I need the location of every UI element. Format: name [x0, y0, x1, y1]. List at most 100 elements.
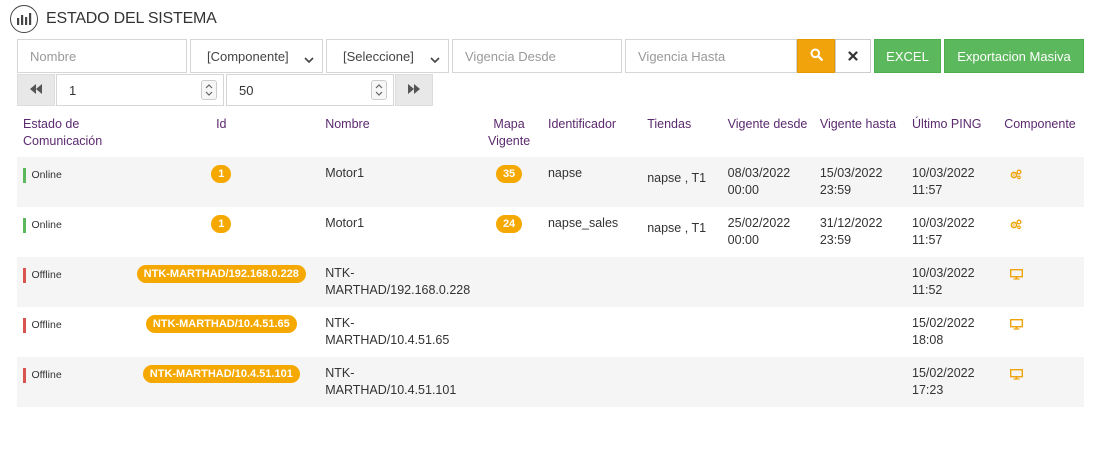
vigente-desde-cell: [721, 257, 814, 307]
column-header-id[interactable]: Id: [123, 111, 319, 157]
vigente-desde-cell: 25/02/2022 00:00: [721, 207, 814, 257]
chevron-down-icon: [304, 52, 314, 67]
status-text: Offline: [31, 369, 62, 381]
first-page-button[interactable]: [17, 74, 55, 106]
page-header: ESTADO DEL SISTEMA: [10, 5, 217, 33]
search-icon: [810, 48, 823, 64]
identificador-cell: napse_sales: [541, 207, 642, 257]
id-badge: NTK-MARTHAD/10.4.51.101: [142, 365, 300, 383]
page-size-spinner[interactable]: [371, 80, 387, 100]
column-header-mapa[interactable]: Mapa Vigente: [476, 111, 542, 157]
vigente-desde-cell: 08/03/2022 00:00: [721, 157, 814, 207]
monitor-icon[interactable]: [1010, 318, 1024, 335]
mapa-cell: [476, 257, 542, 307]
identificador-cell: [541, 257, 642, 307]
id-badge: NTK-MARTHAD/192.168.0.228: [136, 265, 306, 283]
page-size-input[interactable]: 50: [226, 74, 394, 106]
mapa-badge[interactable]: 35: [495, 165, 523, 183]
status-bar: [23, 218, 26, 233]
status-indicator: Online: [23, 167, 117, 184]
componente-cell: [998, 157, 1084, 207]
mapa-cell: [476, 357, 542, 407]
column-header-ultimo-ping[interactable]: Último PING: [906, 111, 998, 157]
vigencia-desde-input[interactable]: [453, 40, 621, 72]
chevron-down-icon: [430, 52, 440, 67]
seleccione-select-value: [Seleccione]: [343, 48, 414, 64]
status-indicator: Online: [23, 217, 117, 234]
column-header-tiendas[interactable]: Tiendas: [641, 111, 721, 157]
identificador-cell: napse: [541, 157, 642, 207]
page-title: ESTADO DEL SISTEMA: [46, 10, 217, 27]
vigencia-desde-field[interactable]: [452, 39, 622, 73]
nombre-cell: Motor1: [319, 157, 477, 207]
table-header-row: Estado de Comunicación Id Nombre Mapa Vi…: [17, 111, 1084, 157]
column-header-componente[interactable]: Componente: [998, 111, 1084, 157]
id-badge: 1: [211, 215, 232, 233]
nombre-field[interactable]: [17, 39, 187, 73]
column-header-estado[interactable]: Estado de Comunicación: [17, 111, 123, 157]
column-header-vigente-hasta[interactable]: Vigente hasta: [814, 111, 906, 157]
table-row[interactable]: Online 1 Motor1 35 napse napse , T1 08/03/2022…: [17, 157, 1084, 207]
clear-button[interactable]: [835, 39, 871, 73]
vigencia-hasta-field[interactable]: [625, 39, 797, 73]
componente-cell: [998, 357, 1084, 407]
tiendas-cell: [641, 357, 722, 407]
vigente-hasta-cell: [813, 307, 907, 357]
status-cell: Online: [17, 157, 124, 207]
status-cell: Offline: [17, 307, 124, 357]
status-indicator: Offline: [23, 367, 117, 384]
gears-icon[interactable]: [1010, 168, 1022, 185]
nombre-input[interactable]: [18, 40, 186, 72]
tiendas-cell: napse , T1: [641, 207, 722, 257]
id-badge: 1: [211, 165, 232, 183]
column-header-identificador[interactable]: Identificador: [542, 111, 641, 157]
ultimo-ping-cell: 15/02/2022 17:23: [906, 357, 999, 407]
ultimo-ping-cell: 10/03/2022 11:57: [906, 157, 999, 207]
page-number-input[interactable]: 1: [56, 74, 224, 106]
status-text: Offline: [31, 319, 62, 331]
table-row[interactable]: Offline NTK-MARTHAD/192.168.0.228 NTK-MART…: [17, 257, 1084, 307]
column-header-nombre[interactable]: Nombre: [319, 111, 476, 157]
status-cell: Online: [17, 207, 124, 257]
gears-icon[interactable]: [1010, 218, 1022, 235]
seleccione-select[interactable]: [Seleccione]: [326, 39, 449, 73]
tiendas-cell: napse , T1: [641, 157, 722, 207]
vigente-hasta-cell: 31/12/2022 23:59: [813, 207, 907, 257]
id-cell: 1: [123, 207, 320, 257]
mapa-badge[interactable]: 24: [495, 215, 523, 233]
nombre-cell: NTK-MARTHAD/192.168.0.228: [319, 257, 477, 307]
search-button[interactable]: [797, 39, 835, 73]
status-bar: [23, 268, 26, 283]
monitor-icon[interactable]: [1010, 368, 1024, 385]
componente-cell: [998, 257, 1084, 307]
bar-chart-icon: [10, 5, 38, 33]
status-cell: Offline: [17, 257, 124, 307]
identificador-cell: [541, 357, 642, 407]
last-page-button[interactable]: [395, 74, 433, 106]
close-icon: [848, 49, 858, 64]
componente-cell: [998, 207, 1084, 257]
page-number-spinner[interactable]: [201, 80, 217, 100]
monitor-icon[interactable]: [1010, 268, 1024, 285]
vigente-desde-cell: [721, 307, 814, 357]
tiendas-cell: [641, 257, 722, 307]
ultimo-ping-cell: 15/02/2022 18:08: [906, 307, 999, 357]
table-row[interactable]: Offline NTK-MARTHAD/10.4.51.65 NTK-MARTHAD…: [17, 307, 1084, 357]
status-text: Online: [31, 219, 62, 231]
id-badge: NTK-MARTHAD/10.4.51.65: [145, 315, 297, 333]
column-header-vigente-desde[interactable]: Vigente desde: [722, 111, 814, 157]
exportacion-masiva-button[interactable]: Exportacion Masiva: [944, 39, 1084, 73]
componente-select[interactable]: [Componente]: [190, 39, 323, 73]
status-text: Offline: [31, 269, 62, 281]
componente-cell: [998, 307, 1084, 357]
table-row[interactable]: Online 1 Motor1 24 napse_sales napse , T1 25/0…: [17, 207, 1084, 257]
identificador-cell: [541, 307, 642, 357]
vigente-hasta-cell: [813, 257, 907, 307]
double-chevron-left-icon: [30, 81, 42, 99]
vigencia-hasta-input[interactable]: [626, 40, 796, 72]
table-row[interactable]: Offline NTK-MARTHAD/10.4.51.101 NTK-MARTHA…: [17, 357, 1084, 407]
nombre-cell: Motor1: [319, 207, 477, 257]
id-cell: NTK-MARTHAD/10.4.51.65: [123, 307, 320, 357]
excel-button[interactable]: EXCEL: [874, 39, 941, 73]
status-bar: [23, 368, 26, 383]
